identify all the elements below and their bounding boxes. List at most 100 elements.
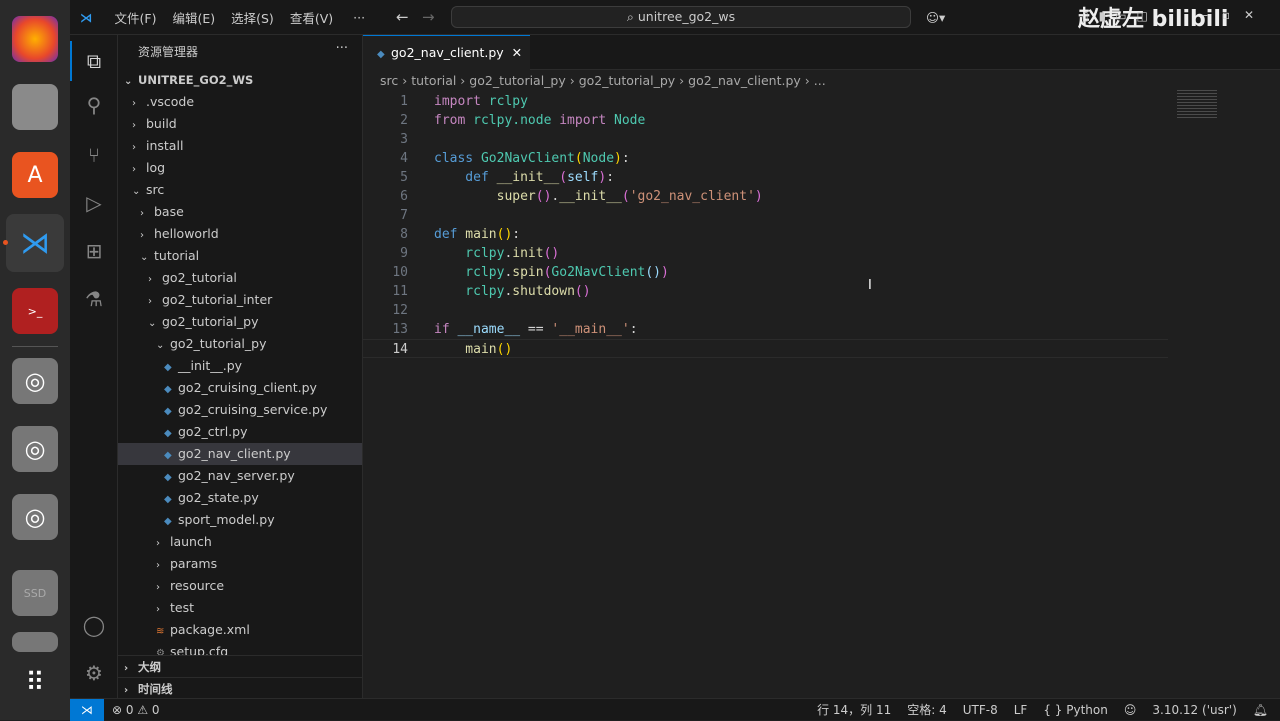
code-token: rclpy.node <box>465 113 560 128</box>
code-token: import <box>434 94 481 109</box>
breadcrumb-item[interactable]: src <box>380 73 398 88</box>
explorer-icon[interactable]: ⧉ <box>70 41 118 81</box>
disk-icon[interactable]: ◎ <box>12 358 58 404</box>
copilot-status-icon[interactable]: ☺ <box>1124 703 1137 717</box>
chevron-right-icon: › <box>156 582 160 593</box>
layout-icons[interactable]: ▯▮▭◫ <box>1082 9 1158 23</box>
tree-folder[interactable]: ⌄ go2_tutorial_py <box>118 333 362 355</box>
tree-folder[interactable]: › helloworld <box>118 223 362 245</box>
tree-folder[interactable]: ⌄ src <box>118 179 362 201</box>
breadcrumb-item[interactable]: ... <box>814 73 826 88</box>
minimap[interactable] <box>1177 90 1217 120</box>
more-actions-button[interactable]: ··· <box>336 41 348 56</box>
code-token: ) <box>754 189 763 204</box>
search-icon[interactable]: ⚲ <box>70 85 118 125</box>
source-control-icon[interactable]: ⑂ <box>70 135 118 175</box>
tree-folder[interactable]: › log <box>118 157 362 179</box>
indentation[interactable]: 空格: 4 <box>907 701 947 718</box>
tree-folder[interactable]: › base <box>118 201 362 223</box>
tree-folder[interactable]: › launch <box>118 531 362 553</box>
line-number: 6 <box>400 189 408 204</box>
menu-file[interactable]: 文件(F) <box>115 8 157 27</box>
code-token: Node <box>606 113 646 128</box>
tree-file[interactable]: ◆ go2_cruising_service.py <box>118 399 362 421</box>
cursor-position[interactable]: 行 14，列 11 <box>817 701 891 718</box>
outline-section[interactable]: › 大纲 <box>118 655 362 677</box>
tree-file[interactable]: ≋ package.xml <box>118 619 362 641</box>
command-center-search[interactable]: ⌕ unitree_go2_ws <box>451 6 911 28</box>
window-controls[interactable]: –▫✕ <box>1202 8 1268 22</box>
encoding[interactable]: UTF-8 <box>963 703 998 717</box>
menu-selection[interactable]: 选择(S) <box>231 8 274 27</box>
tree-folder[interactable]: › resource <box>118 575 362 597</box>
menu-more[interactable]: ··· <box>353 10 365 25</box>
tree-file[interactable]: ◆ go2_nav_client.py <box>118 443 362 465</box>
tree-item-label: tutorial <box>154 248 200 263</box>
close-tab-icon[interactable]: ✕ <box>512 45 522 60</box>
tree-folder[interactable]: › build <box>118 113 362 135</box>
breadcrumb-item[interactable]: go2_tutorial_py <box>469 73 565 88</box>
code-line: 11 rclpy.shutdown() <box>363 282 1280 301</box>
tree-folder[interactable]: › go2_tutorial <box>118 267 362 289</box>
forward-arrow-icon[interactable]: → <box>422 8 435 26</box>
problems-indicator[interactable]: ⊗ 0 ⚠ 0 <box>112 703 160 717</box>
tab-go2-nav-client[interactable]: ◆ go2_nav_client.py ✕ <box>363 35 530 70</box>
breadcrumb-separator: › <box>398 73 412 88</box>
tree-file[interactable]: ◆ go2_cruising_client.py <box>118 377 362 399</box>
show-apps-icon[interactable]: ⠿ <box>12 660 58 706</box>
code-token: import <box>559 113 607 128</box>
vscode-dock-icon[interactable]: ⋊ <box>6 214 64 272</box>
tree-folder[interactable]: ⌄ go2_tutorial_py <box>118 311 362 333</box>
copilot-icon[interactable]: ☺▾ <box>926 10 945 25</box>
end-of-line[interactable]: LF <box>1014 703 1028 717</box>
tree-item-label: log <box>146 160 166 175</box>
extensions-icon[interactable]: ⊞ <box>70 231 118 271</box>
ssd-icon[interactable]: SSD <box>12 570 58 616</box>
tree-file[interactable]: ◆ go2_ctrl.py <box>118 421 362 443</box>
tree-folder[interactable]: › test <box>118 597 362 619</box>
code-token: () <box>645 265 661 280</box>
menu-view[interactable]: 查看(V) <box>290 8 333 27</box>
code-token: self <box>567 170 599 185</box>
chevron-right-icon: › <box>132 98 136 109</box>
tree-folder[interactable]: › params <box>118 553 362 575</box>
language-mode[interactable]: { } Python <box>1043 703 1108 717</box>
workspace-root[interactable]: ⌄ UNITREE_GO2_WS <box>118 69 362 91</box>
app-center-icon[interactable]: A <box>12 152 58 198</box>
breadcrumb-item[interactable]: go2_tutorial_py <box>579 73 675 88</box>
testing-icon[interactable]: ⚗ <box>70 279 118 319</box>
code-line: 3 <box>363 130 1280 149</box>
chevron-right-icon: › <box>132 142 136 153</box>
python-interpreter[interactable]: 3.10.12 ('usr') <box>1152 703 1236 717</box>
tree-folder[interactable]: › go2_tutorial_inter <box>118 289 362 311</box>
sidebar-title: 资源管理器 <box>138 45 199 59</box>
notifications-bell-icon[interactable]: 🔔︎ <box>1253 703 1268 717</box>
tree-file[interactable]: ◆ sport_model.py <box>118 509 362 531</box>
disk-icon[interactable] <box>12 632 58 652</box>
breadcrumb-item[interactable]: tutorial <box>411 73 456 88</box>
tree-file[interactable]: ◆ go2_nav_server.py <box>118 465 362 487</box>
disk-icon[interactable]: ◎ <box>12 494 58 540</box>
back-arrow-icon[interactable]: ← <box>396 8 409 26</box>
remote-indicator-icon[interactable]: ⋊ <box>70 698 104 721</box>
tree-folder[interactable]: › install <box>118 135 362 157</box>
timeline-section[interactable]: › 时间线 <box>118 677 362 698</box>
firefox-icon[interactable] <box>12 16 58 62</box>
disk-icon[interactable]: ◎ <box>12 426 58 472</box>
breadcrumb-item[interactable]: go2_nav_client.py <box>688 73 801 88</box>
terminal-icon[interactable]: >_ <box>12 288 58 334</box>
files-icon[interactable] <box>12 84 58 130</box>
py-file-icon: ◆ <box>164 472 172 483</box>
tree-folder[interactable]: › .vscode <box>118 91 362 113</box>
code-token: main <box>457 227 497 242</box>
tree-file[interactable]: ◆ __init__.py <box>118 355 362 377</box>
account-icon[interactable]: ◯ <box>70 605 118 645</box>
tree-file[interactable]: ◆ go2_state.py <box>118 487 362 509</box>
code-token: __name__ <box>449 322 521 337</box>
run-debug-icon[interactable]: ▷ <box>70 183 118 223</box>
code-token: ( <box>621 189 630 204</box>
manage-gear-icon[interactable]: ⚙ <box>70 653 118 693</box>
menu-edit[interactable]: 编辑(E) <box>172 8 215 27</box>
tree-folder[interactable]: ⌄ tutorial <box>118 245 362 267</box>
code-editor[interactable]: 1 import rclpy 2 from rclpy.node import Nod… <box>363 92 1280 698</box>
